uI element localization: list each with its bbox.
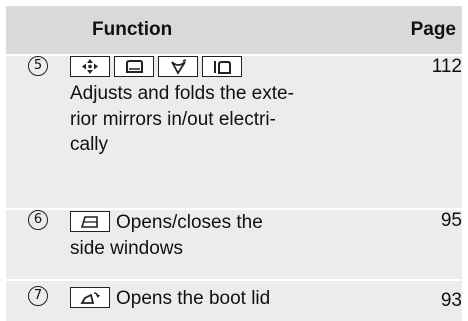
manual-page: Function Page 5 Adjusts and folds the ex… <box>0 0 468 321</box>
mirror-adjust-4way-icon <box>70 56 110 77</box>
mirror-key-group <box>70 56 376 78</box>
circled-number: 5 <box>28 56 48 76</box>
left-mirror-icon <box>114 56 154 77</box>
function-text-line: cally <box>70 134 109 155</box>
function-text-line: Opens the boot lid <box>70 286 376 312</box>
function-text-line: rior mirrors in/out electri- <box>70 108 276 130</box>
table-row: 5 Adjusts and folds the exte- rior mirro… <box>6 54 462 209</box>
boot-lid-icon <box>70 287 110 309</box>
function-cell: Adjusts and folds the exte- rior mirrors… <box>70 54 376 209</box>
table-header-row: Function Page <box>6 6 462 55</box>
row-number-cell: 6 <box>6 208 70 280</box>
header-number <box>6 6 70 55</box>
page-number-cell: 95 <box>376 208 462 280</box>
function-text-line: side windows <box>70 237 183 259</box>
side-window-icon <box>70 211 110 233</box>
table-row: 7 Opens the boot lid 93 <box>6 279 462 321</box>
circled-number: 7 <box>28 286 48 306</box>
function-cell: Opens/closes the side windows <box>70 208 376 280</box>
function-text-line: Opens/closes the <box>70 210 376 236</box>
function-text-line: Adjusts and folds the exte- <box>70 83 294 104</box>
header-function: Function <box>70 6 376 55</box>
row-number-cell: 7 <box>6 279 70 321</box>
function-cell: Opens the boot lid <box>70 279 376 321</box>
function-reference-table: Function Page 5 Adjusts and folds the ex… <box>6 6 462 321</box>
mirror-fold-icon <box>202 56 242 77</box>
right-mirror-icon <box>158 56 198 77</box>
circled-number: 6 <box>28 210 48 230</box>
page-number-cell: 93 <box>376 279 462 321</box>
table-row: 6 Opens/closes the side windows 95 <box>6 208 462 280</box>
page-number-cell: 112 <box>376 54 462 209</box>
header-page: Page <box>376 6 462 55</box>
row-number-cell: 5 <box>6 54 70 209</box>
